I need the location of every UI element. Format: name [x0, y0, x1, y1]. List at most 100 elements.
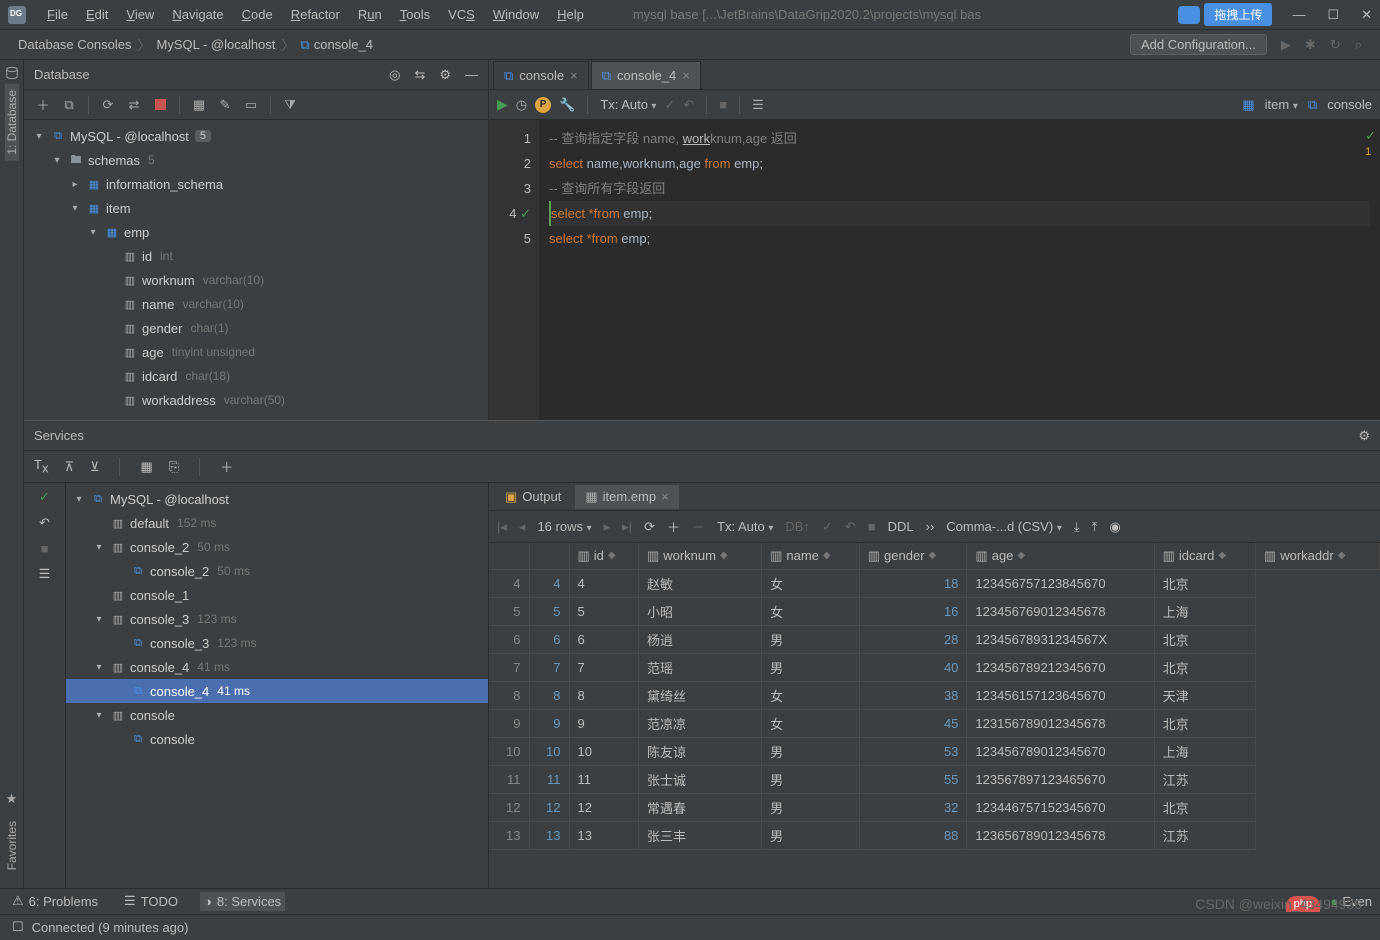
svc-console[interactable]: ⧉console	[66, 727, 488, 751]
run-icon[interactable]: ▶	[497, 96, 508, 113]
table-row[interactable]: 101010陈友谅男53123456789012345670上海	[489, 737, 1380, 765]
tab-console[interactable]: ⧉ console ×	[493, 61, 589, 89]
explain-icon[interactable]: ☰	[752, 97, 764, 113]
table-row[interactable]: 111111张士诚男55123567897123465670江苏	[489, 765, 1380, 793]
table-row[interactable]: 888黛绮丝女38123456157123645670天津	[489, 681, 1380, 709]
tree-column-idcard[interactable]: ▥idcardchar(18)	[24, 364, 488, 388]
target-icon[interactable]: ◎	[389, 67, 400, 83]
export-format-combo[interactable]: Comma-...d (CSV) ▾	[946, 519, 1062, 534]
menu-navigate[interactable]: Navigate	[163, 7, 232, 22]
tab-item-emp[interactable]: ▦ item.emp ×	[575, 485, 678, 509]
page-icon[interactable]: ⎘	[169, 459, 179, 475]
breadcrumb-item[interactable]: MySQL - @localhost	[156, 37, 275, 52]
stop-icon[interactable]: ■	[41, 541, 49, 556]
breadcrumb-item[interactable]: console_4	[314, 37, 373, 52]
more-icon[interactable]: ››	[926, 519, 935, 534]
col-gender[interactable]: ▥ gender ◆	[859, 543, 967, 569]
stop-icon[interactable]: ■	[868, 519, 876, 534]
table-row[interactable]: 121212常遇春男32123446757152345670北京	[489, 793, 1380, 821]
tree-datasource[interactable]: ▾⧉MySQL - @localhost5	[24, 124, 488, 148]
col-worknum[interactable]: ▥ worknum ◆	[638, 543, 761, 569]
export-icon[interactable]: ⤓	[1074, 519, 1080, 535]
tree-column-workaddress[interactable]: ▥workaddressvarchar(50)	[24, 388, 488, 412]
table-row[interactable]: 131313张三丰男88123656789012345678江苏	[489, 821, 1380, 849]
tab-todo[interactable]: ☰TODO	[120, 891, 182, 911]
tree-table-emp[interactable]: ▾▦emp	[24, 220, 488, 244]
session-combo[interactable]: console	[1327, 97, 1372, 112]
result-grid[interactable]: ▥ id ◆▥ worknum ◆▥ name ◆▥ gender ◆▥ age…	[489, 543, 1380, 940]
database-icon[interactable]	[5, 66, 19, 80]
collapse-icon[interactable]: ⊻	[90, 459, 100, 475]
close-icon[interactable]: ×	[661, 489, 669, 504]
menu-file[interactable]: File	[38, 7, 77, 22]
col-age[interactable]: ▥ age ◆	[967, 543, 1154, 569]
menu-edit[interactable]: Edit	[77, 7, 117, 22]
duplicate-icon[interactable]: ⧉	[58, 94, 80, 116]
undo-icon[interactable]: ↶	[39, 515, 50, 531]
tree-column-age[interactable]: ▥agetinyint unsigned	[24, 340, 488, 364]
menu-code[interactable]: Code	[233, 7, 282, 22]
tree-column-name[interactable]: ▥namevarchar(10)	[24, 292, 488, 316]
rollback-icon[interactable]: ↶	[683, 97, 694, 113]
col-workaddr[interactable]: ▥ workaddr ◆	[1255, 543, 1379, 569]
eye-icon[interactable]: ◉	[1109, 519, 1120, 535]
menu-refactor[interactable]: Refactor	[282, 7, 349, 22]
add-icon[interactable]: ＋	[220, 457, 233, 476]
cloud-icon[interactable]	[1178, 6, 1200, 24]
svc-default[interactable]: ▥default152 ms	[66, 511, 488, 535]
run-icon[interactable]: ▶	[1281, 37, 1291, 53]
table-row[interactable]: 444赵敏女18123456757123845670北京	[489, 569, 1380, 597]
search-icon[interactable]: ⌕	[1355, 37, 1362, 53]
col-name[interactable]: ▥ name ◆	[762, 543, 860, 569]
prev-page-icon[interactable]: ◂	[519, 519, 526, 535]
menu-tools[interactable]: Tools	[391, 7, 439, 22]
rows-icon[interactable]: ☰	[39, 566, 51, 582]
schema-combo[interactable]: item ▾	[1265, 97, 1298, 112]
code-editor[interactable]: 1234 ✓5 -- 查询指定字段 name, workknum,age 返回s…	[489, 120, 1380, 420]
breadcrumb-item[interactable]: Database Consoles	[18, 37, 131, 52]
first-page-icon[interactable]: |◂	[497, 519, 507, 535]
sync-icon[interactable]: ⇄	[123, 94, 145, 116]
tx-mode-combo[interactable]: Tx: Auto ▾	[600, 97, 656, 112]
commit-icon[interactable]: ✓	[822, 519, 833, 535]
gear-icon[interactable]: ⚙	[439, 67, 451, 83]
col-id[interactable]: ▥ id ◆	[569, 543, 638, 569]
tree-schema-item[interactable]: ▾▦item	[24, 196, 488, 220]
svc-console_4[interactable]: ⧉console_441 ms	[66, 679, 488, 703]
reload-icon[interactable]: ⟳	[644, 519, 655, 535]
stop-icon[interactable]: ■	[719, 97, 727, 112]
table-row[interactable]: 666杨逍男2812345678931234567X北京	[489, 625, 1380, 653]
database-tree[interactable]: ▾⧉MySQL - @localhost5▾🖿schemas5▸▦informa…	[24, 120, 488, 420]
update-icon[interactable]: ↻	[1330, 37, 1341, 53]
minimize-button[interactable]: —	[1292, 7, 1305, 23]
menu-vcs[interactable]: VCS	[439, 7, 484, 22]
hide-icon[interactable]: —	[465, 67, 478, 83]
tree-column-worknum[interactable]: ▥worknumvarchar(10)	[24, 268, 488, 292]
tree-schemas[interactable]: ▾🖿schemas5	[24, 148, 488, 172]
tree-column-id[interactable]: ▥idint	[24, 244, 488, 268]
svc-console_3[interactable]: ⧉console_3123 ms	[66, 631, 488, 655]
tx-icon[interactable]: Tx	[34, 457, 48, 476]
import-icon[interactable]: ⤒	[1092, 519, 1098, 535]
rail-database-tab[interactable]: 1: Database	[5, 84, 19, 161]
rows-count[interactable]: 16 rows ▾	[537, 519, 591, 534]
table-row[interactable]: 999范凉凉女45123156789012345678北京	[489, 709, 1380, 737]
svc-console[interactable]: ▾▥console	[66, 703, 488, 727]
layout-icon[interactable]: ▦	[140, 459, 152, 475]
collapse-icon[interactable]: ⇆	[414, 67, 425, 83]
close-icon[interactable]: ×	[570, 68, 578, 83]
revert-icon[interactable]: ↶	[845, 519, 856, 535]
view-icon[interactable]: ▭	[240, 94, 262, 116]
debug-icon[interactable]: ✱	[1305, 37, 1316, 53]
upload-button[interactable]: 拖拽上传	[1204, 3, 1272, 26]
table-icon[interactable]: ▦	[188, 94, 210, 116]
ddl-button[interactable]: DDL	[888, 519, 914, 534]
svc-console_1[interactable]: ▥console_1	[66, 583, 488, 607]
svc-console_2[interactable]: ▾▥console_250 ms	[66, 535, 488, 559]
last-page-icon[interactable]: ▸|	[622, 519, 632, 535]
ok-icon[interactable]: ✓	[39, 489, 50, 505]
table-row[interactable]: 555小昭女16123456769012345678上海	[489, 597, 1380, 625]
close-icon[interactable]: ×	[682, 68, 690, 83]
close-button[interactable]: ✕	[1361, 7, 1372, 23]
expand-icon[interactable]: ⊼	[64, 459, 74, 475]
